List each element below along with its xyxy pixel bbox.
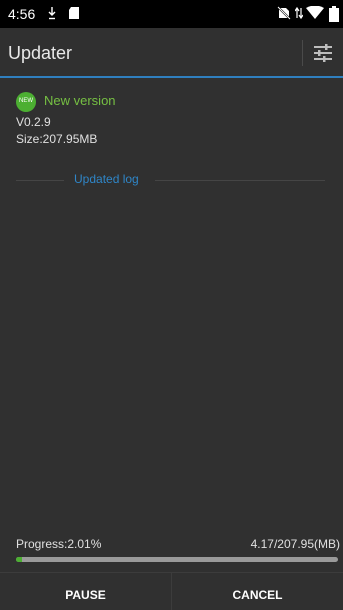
app-bar-divider xyxy=(302,40,303,66)
button-bar: PAUSE CANCEL xyxy=(0,572,343,610)
status-time: 4:56 xyxy=(8,6,36,22)
new-badge-icon: NEW xyxy=(16,92,36,112)
progress-amount: 4.17/207.95(MB) xyxy=(250,537,340,551)
data-arrows-icon xyxy=(295,6,303,20)
new-badge-text: NEW xyxy=(19,98,33,104)
updater-screen: 4:56 Updater NEW New version V0.2.9 Size… xyxy=(0,0,343,610)
pause-button[interactable]: PAUSE xyxy=(0,573,171,610)
status-icons xyxy=(273,6,343,22)
progress-bar-fill xyxy=(16,557,23,562)
new-version-label: New version xyxy=(44,93,116,108)
battery-icon xyxy=(329,6,339,22)
wifi-icon xyxy=(306,6,324,19)
log-divider-right xyxy=(155,180,325,181)
updated-log-heading: Updated log xyxy=(74,172,139,186)
cancel-button[interactable]: CANCEL xyxy=(172,573,343,610)
size-text: Size:207.95MB xyxy=(16,132,98,146)
progress-bar xyxy=(16,557,338,562)
sd-card-icon xyxy=(69,7,79,19)
status-bar: 4:56 xyxy=(0,0,343,28)
log-divider-left xyxy=(16,180,64,181)
page-title: Updater xyxy=(8,43,73,63)
app-bar: Updater xyxy=(0,28,343,78)
tune-sliders-icon[interactable] xyxy=(311,41,335,65)
progress-label: Progress:2.01% xyxy=(16,537,102,551)
download-icon xyxy=(48,7,56,20)
no-sim-icon xyxy=(277,6,291,20)
version-text: V0.2.9 xyxy=(16,115,51,129)
